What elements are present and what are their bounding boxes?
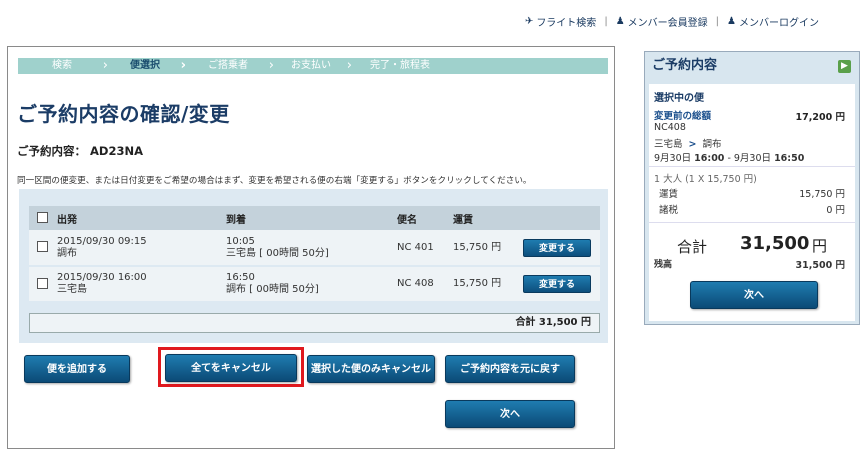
add-flight-button[interactable]: 便を追加する [24, 355, 130, 383]
schedule-arr-time: 16:50 [774, 153, 805, 164]
flight-number: NC 401 [397, 230, 453, 267]
schedule-separator: - [724, 153, 734, 164]
table-header-row: 出発 到着 便名 運賃 [29, 206, 600, 230]
total-value: 31,500 [740, 233, 810, 254]
flight-table: 出発 到着 便名 運賃 2015/09/30 09:15 調布 10:05 三宅島 … [29, 206, 600, 303]
reservation-summary-panel: ご予約内容 ▶ 選択中の便 変更前の総額 17,200 円 NC408 三宅島 … [644, 51, 860, 325]
select-all-checkbox[interactable] [37, 212, 48, 224]
arrow-right-icon[interactable]: ▶ [838, 60, 851, 73]
route-from: 三宅島 [654, 139, 683, 150]
step-complete: 完了・旅程表 [370, 60, 430, 71]
member-login-label: メンバーログイン [739, 18, 819, 29]
step-search: 検索 › [52, 58, 108, 73]
total-amount: 合計 31,500 円 [29, 313, 600, 333]
summary-body: 選択中の便 変更前の総額 17,200 円 NC408 三宅島 > 調布 9月3… [649, 84, 855, 321]
arrival-time: 10:05 [226, 235, 255, 247]
header-fare: 運賃 [453, 206, 523, 230]
cancel-all-button[interactable]: 全てをキャンセル [165, 354, 297, 382]
tax-label: 諸税 [659, 205, 679, 216]
reservation-main-panel: 検索 › 便選択 › ご搭乗者 › お支払い › 完了・旅程表 ご予約内容の確認/変更 … [7, 46, 615, 449]
fare-label: 運賃 [659, 189, 679, 200]
fare: 15,750 円 [453, 266, 523, 303]
reservation-code-label: ご予約内容： [17, 144, 86, 158]
route: 三宅島 > 調布 [654, 136, 722, 150]
header-flight: 便名 [397, 206, 453, 230]
departure-place: 三宅島 [57, 284, 87, 295]
summary-divider [649, 166, 855, 167]
route-arrow-icon: > [688, 139, 697, 150]
route-to: 調布 [702, 139, 722, 150]
summary-header: ご予約内容 ▶ [645, 52, 859, 80]
header-arrival: 到着 [226, 206, 397, 230]
departure-time: 2015/09/30 09:15 [57, 235, 147, 247]
flight-number: NC 408 [397, 266, 453, 303]
user-icon: ♟ [727, 16, 736, 27]
nav-divider: | [715, 16, 720, 27]
header-action [523, 206, 600, 230]
summary-title: ご予約内容 [652, 58, 718, 73]
summary-divider [649, 222, 855, 223]
tax-value: 0 円 [826, 205, 845, 216]
select-all-cell [29, 206, 57, 230]
reservation-code: ご予約内容： AD23NA [17, 143, 143, 159]
member-register-label: メンバー会員登録 [627, 18, 708, 29]
row-checkbox[interactable] [37, 277, 48, 289]
prev-total-label: 変更前の総額 [654, 111, 712, 122]
progress-steps: 検索 › 便選択 › ご搭乗者 › お支払い › 完了・旅程表 [18, 58, 608, 74]
fare: 15,750 円 [453, 230, 523, 267]
member-register-link[interactable]: ♟ メンバー会員登録 [616, 14, 708, 29]
instruction-text: 同一区間の便変更、または日付変更をご希望の場合はまず、変更を希望される便の右端「… [17, 176, 532, 186]
flight-list-area: 出発 到着 便名 運賃 2015/09/30 09:15 調布 10:05 三宅島 … [19, 189, 608, 343]
selected-flight-heading: 選択中の便 [654, 93, 704, 104]
schedule-arr-date: 9月30日 [733, 153, 772, 164]
header-departure: 出発 [57, 206, 226, 230]
table-row: 2015/09/30 09:15 調布 10:05 三宅島 [ 00時間 50分] … [29, 230, 600, 267]
fare-value: 15,750 円 [799, 189, 845, 200]
user-add-icon: ♟ [615, 16, 625, 27]
airplane-icon: ✈ [524, 16, 534, 27]
next-button[interactable]: 次へ [445, 400, 575, 428]
balance-label: 残高 [654, 260, 673, 270]
total-unit: 円 [812, 237, 828, 255]
table-row: 2015/09/30 16:00 三宅島 16:50 調布 [ 00時間 50分] … [29, 266, 600, 303]
step-payment: お支払い › [291, 58, 352, 73]
restore-reservation-button[interactable]: ご予約内容を元に戻す [445, 355, 575, 383]
cancel-selected-button[interactable]: 選択した便のみキャンセル [307, 355, 435, 383]
flight-number: NC408 [654, 122, 686, 133]
departure-time: 2015/09/30 16:00 [57, 272, 147, 283]
prev-total-value: 17,200 円 [795, 112, 845, 123]
reservation-code-value: AD23NA [90, 144, 143, 158]
arrival-detail: 調布 [ 00時間 50分] [226, 284, 319, 295]
flight-search-link[interactable]: ✈ フライト検索 [525, 14, 596, 29]
change-button[interactable]: 変更する [523, 275, 591, 293]
balance-value: 31,500 円 [795, 260, 845, 271]
arrival-time: 16:50 [226, 272, 255, 283]
total-label: 合計 [677, 238, 708, 256]
nav-divider: | [604, 16, 608, 27]
schedule-dep-date: 9月30日 [654, 153, 692, 164]
schedule-dep-time: 16:00 [694, 153, 725, 164]
passenger-count: 1 大人 (1 X 15,750 円) [654, 174, 757, 185]
schedule: 9月30日 16:00 - 9月30日 16:50 [654, 150, 804, 164]
arrival-detail: 三宅島 [ 00時間 50分] [226, 247, 329, 259]
top-navigation: ✈ フライト検索 | ♟ メンバー会員登録 | ♟ メンバーログイン [525, 14, 819, 29]
step-passengers: ご搭乗者 › [208, 58, 274, 73]
member-login-link[interactable]: ♟ メンバーログイン [727, 14, 819, 29]
change-button[interactable]: 変更する [523, 238, 591, 257]
step-flight-select: 便選択 › [130, 58, 186, 73]
summary-next-button[interactable]: 次へ [690, 281, 818, 309]
departure-place: 調布 [57, 247, 77, 259]
row-checkbox[interactable] [37, 241, 48, 253]
flight-search-label: フライト検索 [536, 18, 597, 29]
page-title: ご予約内容の確認/変更 [17, 102, 230, 126]
